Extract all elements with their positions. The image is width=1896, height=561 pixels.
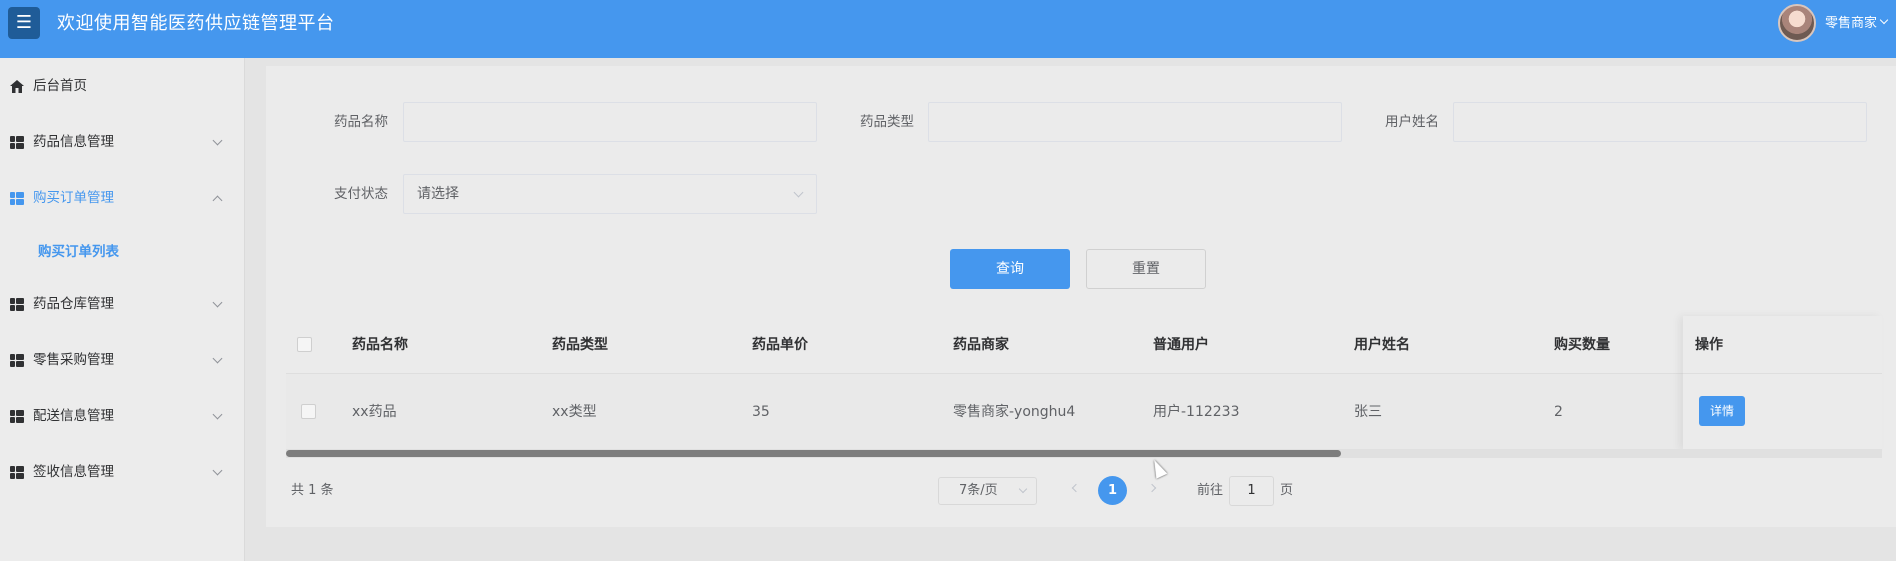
current-page-button[interactable]: 1 <box>1098 476 1127 505</box>
sidebar-item-label: 配送信息管理 <box>33 408 114 424</box>
sidebar-item-receipt[interactable]: 签收信息管理 <box>0 452 245 492</box>
chevron-down-icon[interactable] <box>1879 15 1889 25</box>
divider <box>1683 373 1882 374</box>
drug-type-label: 药品类型 <box>860 114 914 130</box>
column-header: 药品名称 <box>352 337 408 353</box>
user-name-input[interactable] <box>1453 102 1867 142</box>
horizontal-scrollbar-thumb[interactable] <box>286 450 1341 457</box>
chevron-up-icon <box>212 195 223 206</box>
page-title: 欢迎使用智能医药供应链管理平台 <box>57 13 335 34</box>
column-header: 操作 <box>1695 337 1723 353</box>
menu-toggle-button[interactable]: ☰ <box>8 7 40 39</box>
cell-quantity: 2 <box>1554 404 1563 420</box>
grid-icon <box>10 410 24 423</box>
sidebar-item-warehouse[interactable]: 药品仓库管理 <box>0 284 245 324</box>
sidebar-item-home[interactable]: 后台首页 <box>0 66 245 106</box>
pagination-total: 共 1 条 <box>291 483 334 498</box>
reset-button[interactable]: 重置 <box>1086 249 1206 289</box>
cell-merchant: 零售商家-yonghu4 <box>953 404 1076 420</box>
avatar[interactable] <box>1778 4 1816 42</box>
sidebar-item-label: 药品仓库管理 <box>33 296 114 312</box>
chevron-down-icon <box>212 409 223 420</box>
query-button[interactable]: 查询 <box>950 249 1070 289</box>
grid-icon <box>10 466 24 479</box>
sidebar-item-label: 签收信息管理 <box>33 464 114 480</box>
sidebar-item-purchase-orders[interactable]: 购买订单管理 <box>0 178 245 218</box>
sidebar-item-delivery[interactable]: 配送信息管理 <box>0 396 245 436</box>
grid-icon <box>10 136 24 149</box>
goto-label: 前往 <box>1197 483 1224 498</box>
chevron-down-icon <box>212 297 223 308</box>
pay-status-placeholder: 请选择 <box>417 186 459 202</box>
home-icon <box>10 80 24 93</box>
chevron-down-icon <box>212 135 223 146</box>
user-menu[interactable]: 零售商家 <box>1825 0 1877 47</box>
chevron-down-icon <box>212 465 223 476</box>
cell-drug-name: xx药品 <box>352 404 397 420</box>
sidebar: 后台首页 药品信息管理 购买订单管理 购买订单列表 药品仓库管理 零售采购管理 … <box>0 58 245 561</box>
sidebar-item-drug-info[interactable]: 药品信息管理 <box>0 122 245 162</box>
column-header: 药品类型 <box>552 337 608 353</box>
sidebar-item-label: 购买订单管理 <box>33 190 114 206</box>
cell-price: 35 <box>752 404 770 420</box>
select-all-checkbox[interactable] <box>297 337 312 352</box>
cell-user: 用户-112233 <box>1153 404 1240 420</box>
column-header: 药品商家 <box>953 337 1009 353</box>
pay-status-select[interactable]: 请选择 <box>403 174 817 214</box>
fixed-action-column: 操作 详情 <box>1683 316 1882 450</box>
sidebar-item-label: 药品信息管理 <box>33 134 114 150</box>
user-name-label: 用户姓名 <box>1385 114 1439 130</box>
drug-name-label: 药品名称 <box>334 114 388 130</box>
table-row: xx药品 xx类型 35 零售商家-yonghu4 用户-112233 张三 2 <box>286 374 1882 449</box>
goto-suffix: 页 <box>1280 483 1294 498</box>
top-header: ☰ 欢迎使用智能医药供应链管理平台 零售商家 <box>0 0 1896 58</box>
grid-icon <box>10 298 24 311</box>
row-checkbox[interactable] <box>301 404 316 419</box>
sidebar-item-label: 零售采购管理 <box>33 352 114 368</box>
detail-button[interactable]: 详情 <box>1699 396 1745 426</box>
column-header: 药品单价 <box>752 337 808 353</box>
sidebar-subitem-order-list[interactable]: 购买订单列表 <box>38 240 119 264</box>
drug-type-input[interactable] <box>928 102 1342 142</box>
sidebar-item-label: 后台首页 <box>33 78 87 94</box>
cell-user-name: 张三 <box>1354 404 1382 420</box>
drug-name-input[interactable] <box>403 102 817 142</box>
table-header: 药品名称 药品类型 药品单价 药品商家 普通用户 用户姓名 购买数量 <box>286 320 1882 374</box>
chevron-down-icon <box>1018 484 1028 494</box>
cell-drug-type: xx类型 <box>552 404 597 420</box>
page-size-select[interactable]: 7条/页 <box>938 477 1037 505</box>
column-header: 购买数量 <box>1554 337 1610 353</box>
grid-icon <box>10 192 24 205</box>
sidebar-item-retail-purchase[interactable]: 零售采购管理 <box>0 340 245 380</box>
chevron-down-icon <box>212 353 223 364</box>
page-size-value: 7条/页 <box>959 483 998 498</box>
goto-page-input[interactable]: 1 <box>1229 476 1274 506</box>
column-header: 用户姓名 <box>1354 337 1410 353</box>
pay-status-label: 支付状态 <box>334 186 388 202</box>
column-header: 普通用户 <box>1153 337 1209 353</box>
grid-icon <box>10 354 24 367</box>
chevron-down-icon <box>793 187 804 198</box>
